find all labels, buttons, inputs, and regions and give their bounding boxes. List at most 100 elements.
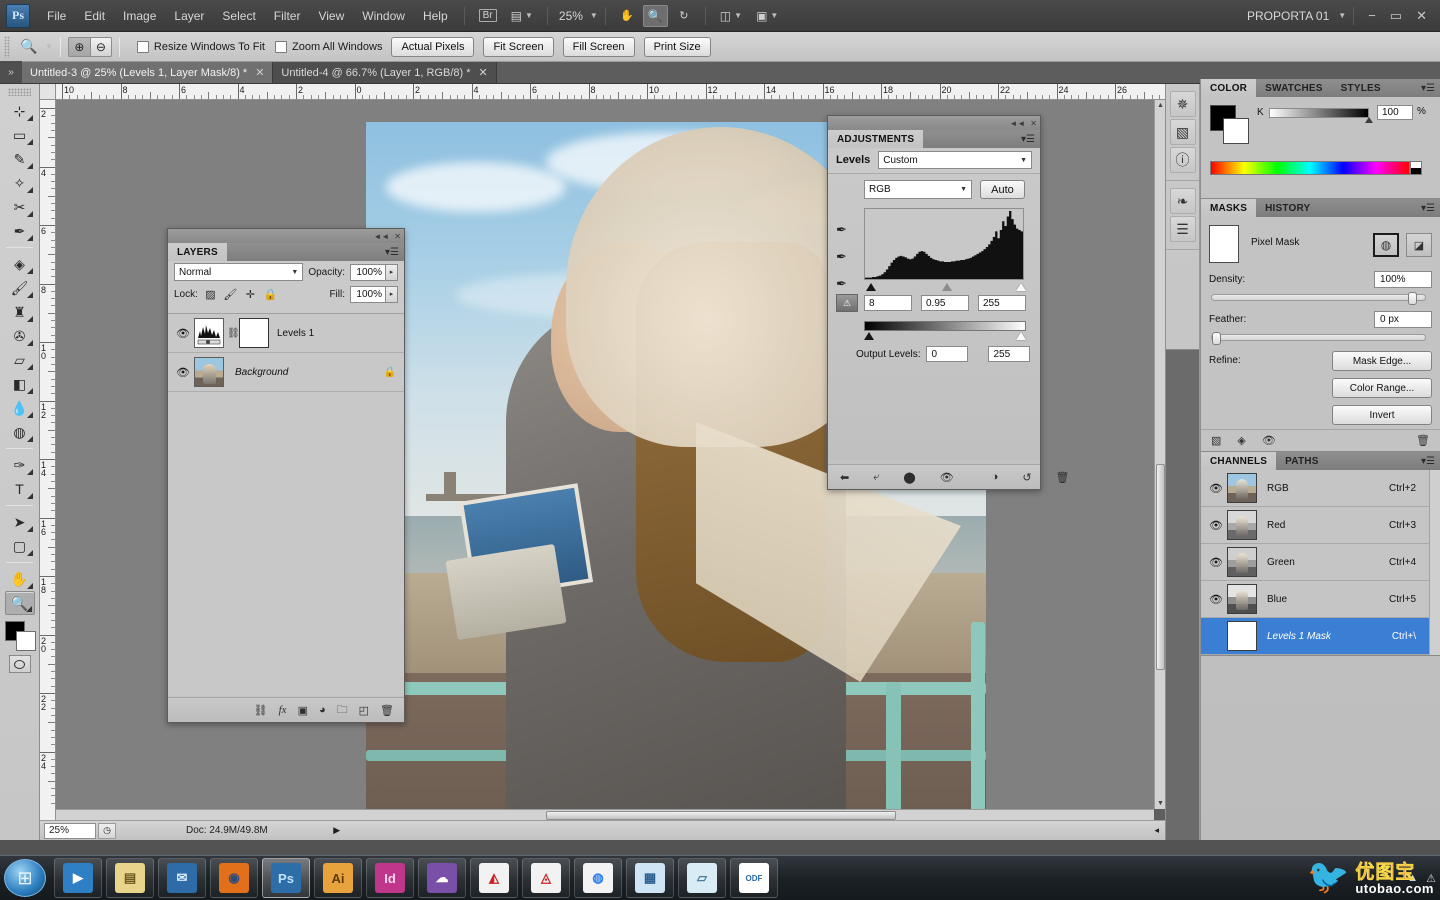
options-bar-grip[interactable] bbox=[4, 35, 10, 58]
info-icon[interactable]: ⓘ bbox=[1169, 147, 1196, 173]
zoom-in-button[interactable]: ⊕ bbox=[67, 36, 90, 57]
menu-filter[interactable]: Filter bbox=[265, 5, 310, 27]
output-white-slider-handle[interactable] bbox=[1016, 332, 1026, 340]
panel-menu-icon[interactable]: ▾☰ bbox=[1421, 452, 1440, 470]
gradient-tool[interactable]: ◧ bbox=[5, 372, 35, 396]
add-vector-mask-icon[interactable]: ◪ bbox=[1406, 233, 1432, 257]
output-levels-slider[interactable] bbox=[864, 332, 1026, 342]
taskbar-item-indesign[interactable]: Id bbox=[366, 858, 414, 898]
status-options-arrow[interactable]: ▶ bbox=[328, 823, 346, 839]
output-white-field[interactable]: 255 bbox=[988, 346, 1031, 362]
eyedropper-tool[interactable]: ✒ bbox=[5, 219, 35, 243]
input-highlight-field[interactable]: 255 bbox=[978, 295, 1026, 311]
tab-history[interactable]: HISTORY bbox=[1256, 199, 1319, 217]
taskbar-item-firefox[interactable]: ◉ bbox=[210, 858, 258, 898]
midtone-input-slider-handle[interactable] bbox=[942, 283, 952, 291]
tab-swatches[interactable]: SWATCHES bbox=[1256, 79, 1332, 97]
horizontal-ruler[interactable]: 10 8 6 4 2 0 2 4 6 8 10 12 14 16 18 20 22 24 26 bbox=[56, 84, 1165, 100]
k-channel-slider-handle[interactable] bbox=[1365, 117, 1373, 123]
taskbar-item-media-player[interactable]: ▶ bbox=[54, 858, 102, 898]
close-icon[interactable]: ✕ bbox=[1030, 119, 1037, 128]
menu-window[interactable]: Window bbox=[353, 5, 414, 27]
marquee-tool[interactable]: ▭ bbox=[5, 123, 35, 147]
link-layers-icon[interactable]: ⛓ bbox=[254, 704, 268, 717]
clip-to-layer-icon[interactable]: ⤶ bbox=[873, 471, 879, 484]
tab-layers[interactable]: LAYERS bbox=[168, 243, 227, 261]
channel-thumbnail[interactable] bbox=[1227, 621, 1257, 651]
levels-preset-select[interactable]: Custom ▼ bbox=[878, 151, 1032, 169]
table-row[interactable]: 👁 RGB Ctrl+2 bbox=[1201, 470, 1440, 507]
status-zoom-field[interactable]: 25% bbox=[44, 822, 96, 839]
color-spectrum-ramp[interactable] bbox=[1210, 161, 1410, 175]
black-point-eyedropper-icon[interactable]: ✒ bbox=[836, 222, 847, 238]
taskbar-item-chrome[interactable]: ◍ bbox=[574, 858, 622, 898]
blend-mode-select[interactable]: Normal ▼ bbox=[174, 263, 304, 281]
hand-tool-button[interactable]: ✋ bbox=[615, 5, 639, 27]
lock-image-pixels-icon[interactable]: 🖌 bbox=[223, 287, 238, 302]
view-extras-button[interactable]: ▤ ▼ bbox=[506, 5, 538, 27]
panel-menu-icon[interactable]: ▾☰ bbox=[1421, 79, 1440, 97]
opacity-stepper[interactable]: ▸ bbox=[386, 263, 398, 281]
channel-select[interactable]: RGB ▼ bbox=[864, 180, 972, 199]
status-preview-icon[interactable]: ◷ bbox=[98, 822, 116, 839]
density-slider[interactable] bbox=[1211, 292, 1426, 305]
close-icon[interactable]: ✕ bbox=[394, 232, 401, 241]
quick-mask-icon[interactable] bbox=[8, 655, 31, 673]
input-shadow-field[interactable]: 8 bbox=[864, 295, 912, 311]
spectrum-endpoints-icon[interactable] bbox=[1410, 161, 1422, 175]
tab-bar-expand-icon[interactable]: » bbox=[0, 61, 22, 83]
mask-thumbnail[interactable] bbox=[1209, 225, 1239, 263]
invert-button[interactable]: Invert bbox=[1332, 405, 1432, 425]
canvas-vertical-scrollbar[interactable]: ▲ ▼ bbox=[1154, 100, 1166, 809]
resize-windows-checkbox-box[interactable] bbox=[136, 40, 149, 53]
blur-tool[interactable]: 💧 bbox=[5, 396, 35, 420]
density-slider-handle[interactable] bbox=[1408, 292, 1417, 305]
minimize-button[interactable]: − bbox=[1361, 8, 1383, 23]
delete-mask-icon[interactable]: 🗑 bbox=[1416, 434, 1430, 447]
table-row[interactable]: 👁 Green Ctrl+4 bbox=[1201, 544, 1440, 581]
tab-channels[interactable]: CHANNELS bbox=[1201, 452, 1277, 470]
navigator-icon[interactable]: ✵ bbox=[1169, 91, 1196, 117]
fit-screen-button[interactable]: Fit Screen bbox=[483, 36, 554, 57]
tray-expand-icon[interactable]: ▲ bbox=[1407, 872, 1418, 884]
tray-warning-icon[interactable]: ⚠ bbox=[1426, 872, 1436, 885]
tool-preset-caret[interactable]: ▼ bbox=[45, 42, 53, 51]
panel-menu-icon[interactable]: ▾☰ bbox=[1421, 199, 1440, 217]
workspace-dropdown-caret[interactable]: ▼ bbox=[1338, 11, 1346, 20]
eraser-tool[interactable]: ▱ bbox=[5, 348, 35, 372]
add-pixel-mask-icon[interactable]: ◍ bbox=[1373, 233, 1399, 257]
new-adjustment-icon[interactable]: ◕ bbox=[319, 704, 326, 716]
zoom-tool[interactable]: 🔍 bbox=[4, 591, 35, 615]
eye-icon[interactable]: 👁 bbox=[1205, 482, 1227, 495]
taskbar-item-acrobat-reader[interactable]: ◭ bbox=[470, 858, 518, 898]
resize-windows-checkbox[interactable]: Resize Windows To Fit bbox=[136, 40, 265, 53]
reset-icon[interactable]: ↺ bbox=[1022, 471, 1031, 484]
channels-scrollbar[interactable] bbox=[1429, 470, 1440, 655]
table-row[interactable]: Levels 1 Mask Ctrl+\ bbox=[1201, 618, 1440, 655]
restore-button[interactable]: ▭ bbox=[1383, 8, 1409, 24]
lasso-tool[interactable]: ✎ bbox=[5, 147, 35, 171]
eye-icon[interactable]: 👁 bbox=[1205, 593, 1227, 606]
view-previous-state-icon[interactable]: ◑ bbox=[992, 471, 999, 483]
feather-slider[interactable] bbox=[1211, 332, 1426, 345]
zoom-out-button[interactable]: ⊖ bbox=[89, 36, 112, 57]
return-to-list-icon[interactable]: ⬅ bbox=[840, 471, 849, 484]
layer-name[interactable]: Levels 1 bbox=[277, 328, 314, 339]
eye-icon[interactable]: 👁 bbox=[172, 366, 194, 379]
menu-file[interactable]: File bbox=[38, 5, 75, 27]
actual-pixels-button[interactable]: Actual Pixels bbox=[391, 36, 475, 57]
collapse-icon[interactable]: ◄◄ bbox=[1009, 119, 1025, 128]
delete-adjustment-icon[interactable]: 🗑 bbox=[1056, 471, 1070, 484]
menu-view[interactable]: View bbox=[309, 5, 353, 27]
layer-mask-thumbnail[interactable] bbox=[239, 318, 269, 348]
tab-paths[interactable]: PATHS bbox=[1276, 452, 1327, 470]
rotate-view-tool-button[interactable]: ↻ bbox=[672, 5, 696, 27]
add-mask-icon[interactable]: ▣ bbox=[298, 704, 308, 717]
clone-stamp-tool[interactable]: ♜ bbox=[5, 300, 35, 324]
dodge-tool[interactable]: ◍ bbox=[5, 420, 35, 444]
lock-transparent-pixels-icon[interactable]: ▨ bbox=[203, 287, 218, 302]
toggle-layer-visibility-icon[interactable]: ⬤ bbox=[903, 471, 915, 484]
feather-slider-handle[interactable] bbox=[1212, 332, 1221, 345]
highlight-input-slider-handle[interactable] bbox=[1016, 283, 1026, 291]
white-point-eyedropper-icon[interactable]: ✒ bbox=[836, 276, 847, 292]
